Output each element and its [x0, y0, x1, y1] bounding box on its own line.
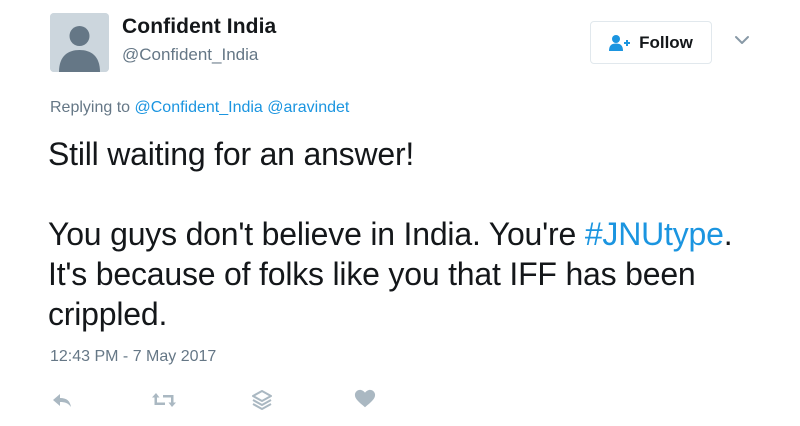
tweet-text-span: You guys don't believe in India. You're	[48, 216, 585, 252]
tweet-text-line: Still waiting for an answer!	[48, 136, 415, 172]
heart-icon	[354, 389, 376, 408]
tweet-text-paragraph: You guys don't believe in India. You're …	[48, 214, 768, 334]
retweet-button[interactable]	[151, 388, 176, 412]
like-button[interactable]	[354, 388, 378, 412]
avatar[interactable]	[50, 13, 109, 72]
mention-link[interactable]: @aravindet	[267, 99, 349, 116]
default-profile-icon	[50, 13, 109, 72]
tweet-text: Still waiting for an answer! You guys do…	[48, 134, 768, 334]
reply-button[interactable]	[50, 388, 74, 412]
user-handle[interactable]: @Confident_India	[122, 45, 258, 65]
reply-context-prefix: Replying to	[50, 99, 135, 116]
more-options-chevron-down-icon[interactable]	[734, 32, 750, 48]
follow-button-label: Follow	[639, 32, 693, 52]
stack-icon	[252, 390, 272, 410]
reply-icon	[53, 394, 71, 407]
reply-context: Replying to @Confident_India @aravindet	[50, 99, 349, 117]
tweet: Confident India @Confident_India Follow …	[0, 0, 800, 426]
retweet-icon	[152, 393, 176, 407]
follow-user-icon	[609, 34, 631, 51]
hashtag-link[interactable]: #JNUtype	[585, 216, 724, 252]
tweet-timestamp[interactable]: 12:43 PM - 7 May 2017	[50, 348, 216, 366]
stack-button[interactable]	[250, 388, 274, 412]
display-name[interactable]: Confident India	[122, 15, 276, 39]
follow-button[interactable]: Follow	[590, 21, 712, 64]
mention-link[interactable]: @Confident_India	[135, 99, 263, 116]
